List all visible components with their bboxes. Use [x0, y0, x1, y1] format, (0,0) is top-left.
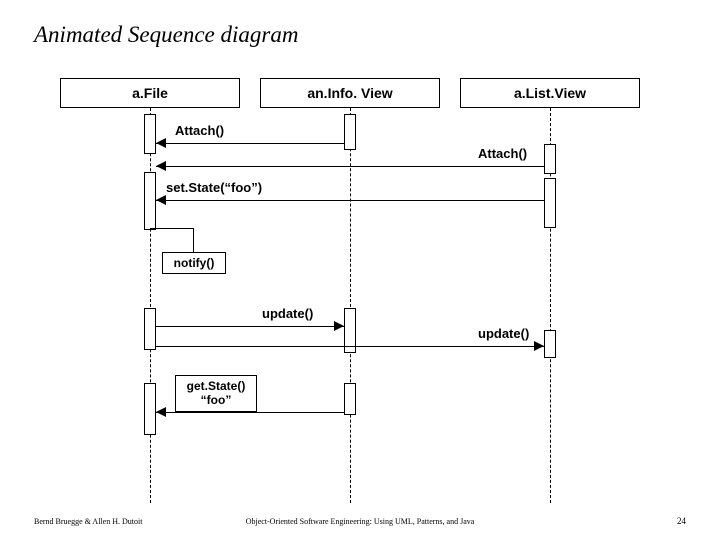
self-call-side — [193, 228, 194, 252]
participant-listview: a.List.View — [460, 78, 640, 108]
activation-info-3 — [344, 383, 356, 415]
msg-getstate-head — [156, 407, 166, 417]
activation-file-3 — [144, 308, 156, 350]
self-call-top — [150, 228, 194, 229]
activation-file-2 — [144, 172, 156, 230]
msg-update2-head — [534, 341, 544, 351]
msg-attach1-head — [156, 138, 166, 148]
msg-update2-label: update() — [478, 326, 529, 341]
msg-notify-box: notify() — [162, 252, 226, 274]
activation-info-1 — [344, 114, 356, 150]
msg-attach2-label: Attach() — [478, 146, 527, 161]
footer-page-number: 24 — [677, 516, 686, 526]
activation-file-4 — [144, 383, 156, 435]
lifeline-infoview — [350, 108, 351, 503]
msg-setstate-head — [156, 195, 166, 205]
footer-book-title: Object-Oriented Software Engineering: Us… — [0, 517, 720, 526]
participant-file: a.File — [60, 78, 240, 108]
page-title: Animated Sequence diagram — [34, 22, 298, 48]
msg-getstate-line — [156, 412, 344, 413]
lifeline-file — [150, 108, 151, 503]
participant-infoview: an.Info. View — [260, 78, 440, 108]
msg-update1-label: update() — [262, 306, 313, 321]
activation-list-2 — [544, 178, 556, 228]
msg-attach2-line — [156, 166, 544, 167]
activation-file-1 — [144, 114, 156, 154]
activation-list-1 — [544, 144, 556, 174]
msg-setstate-line — [156, 200, 544, 201]
msg-attach2-head — [156, 161, 166, 171]
msg-getstate-box: get.State() “foo” — [175, 375, 257, 412]
msg-getstate-l2: “foo” — [180, 393, 252, 407]
activation-list-3 — [544, 330, 556, 358]
msg-attach1-line — [156, 143, 344, 144]
msg-setstate-label: set.State(“foo”) — [166, 180, 262, 195]
msg-attach1-label: Attach() — [175, 123, 224, 138]
msg-getstate-l1: get.State() — [180, 379, 252, 393]
msg-update2-line — [156, 346, 544, 347]
msg-update1-head — [334, 321, 344, 331]
msg-update1-line — [156, 326, 344, 327]
